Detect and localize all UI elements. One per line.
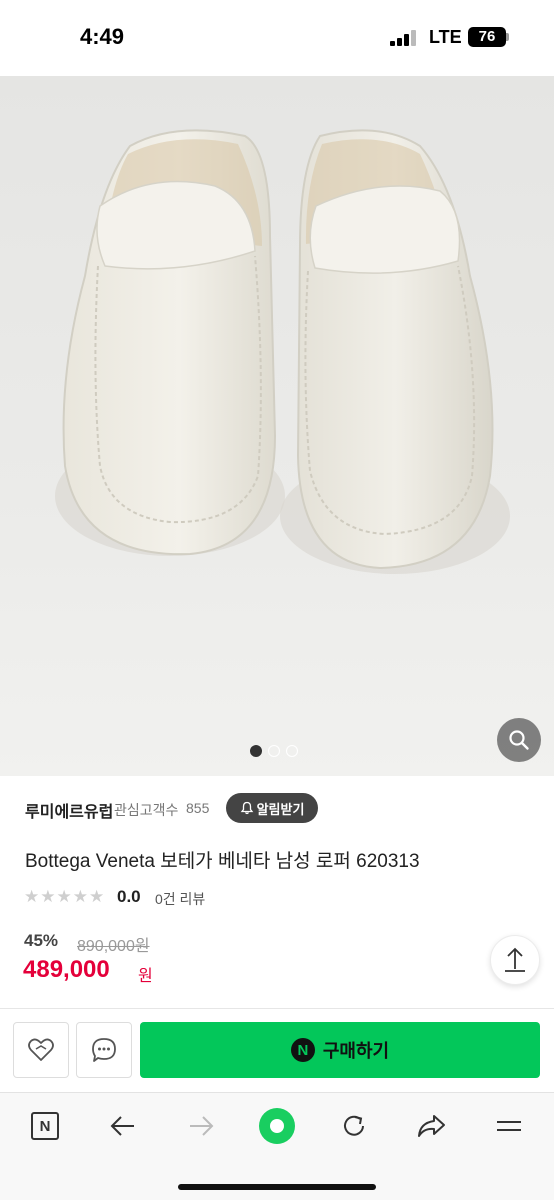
buy-button[interactable]: N 구매하기	[140, 1022, 540, 1078]
share-arrow-icon	[418, 1115, 445, 1137]
bell-icon	[240, 801, 253, 815]
back-button[interactable]	[103, 1106, 143, 1146]
store-name[interactable]: 루미에르유럽	[25, 798, 113, 822]
share-icon	[505, 947, 525, 972]
forward-button[interactable]	[181, 1106, 221, 1146]
star-icon: ★	[89, 887, 105, 906]
divider	[0, 1008, 554, 1009]
wishlist-button[interactable]	[13, 1022, 69, 1078]
star-icon: ★	[24, 887, 40, 906]
network-type: LTE	[429, 27, 462, 47]
star-icon: ★	[56, 887, 72, 906]
gallery-dot[interactable]	[250, 745, 262, 757]
review-count[interactable]: 0건 리뷰	[155, 889, 205, 909]
alarm-button[interactable]: 알림받기	[226, 793, 318, 823]
refresh-button[interactable]	[334, 1106, 374, 1146]
naver-tab-icon: N	[31, 1112, 59, 1140]
signal-icon	[390, 30, 420, 46]
rating-stars: ★ ★ ★ ★ ★	[24, 887, 104, 907]
tab-label: N	[39, 1117, 51, 1135]
discount-rate: 45%	[24, 931, 59, 950]
sale-price: 489,000	[23, 956, 110, 983]
gallery-dot[interactable]	[268, 745, 280, 757]
chat-button[interactable]	[76, 1022, 132, 1078]
follower-count: 855	[186, 800, 210, 816]
status-time: 4:49	[80, 24, 125, 49]
search-icon	[509, 730, 529, 750]
refresh-icon	[344, 1115, 364, 1136]
menu-button[interactable]	[489, 1106, 529, 1146]
product-title: Bottega Veneta 보테가 베네타 남성 로퍼 620313	[25, 851, 420, 872]
star-icon: ★	[40, 887, 56, 906]
zoom-button[interactable]	[497, 718, 541, 762]
gallery-dot[interactable]	[286, 745, 298, 757]
follower-label: 관심고객수	[114, 802, 179, 818]
original-price: 890,000원	[77, 938, 150, 955]
gallery-pagination[interactable]	[250, 744, 298, 758]
home-icon	[259, 1108, 295, 1144]
battery-nub	[506, 33, 509, 41]
product-image[interactable]	[0, 76, 554, 776]
alarm-label: 알림받기	[256, 801, 305, 817]
home-button[interactable]	[257, 1106, 297, 1146]
share-button[interactable]	[490, 935, 540, 985]
tabs-button[interactable]: N	[25, 1106, 65, 1146]
loafer-illustration	[55, 129, 510, 574]
back-icon	[110, 1116, 134, 1136]
heart-icon	[28, 1038, 54, 1061]
home-indicator	[178, 1184, 376, 1190]
rating-value: 0.0	[117, 887, 141, 906]
share-page-button[interactable]	[411, 1106, 451, 1146]
forward-icon	[190, 1116, 214, 1136]
menu-icon	[497, 1121, 521, 1131]
status-bar: 4:49 LTE 76	[0, 0, 554, 76]
buy-label: 구매하기	[322, 1041, 390, 1061]
star-icon: ★	[72, 887, 88, 906]
naver-pay-badge: N	[290, 1038, 315, 1062]
battery-icon: 76	[468, 27, 506, 47]
currency-unit: 원	[138, 968, 153, 985]
chat-icon	[92, 1038, 116, 1062]
